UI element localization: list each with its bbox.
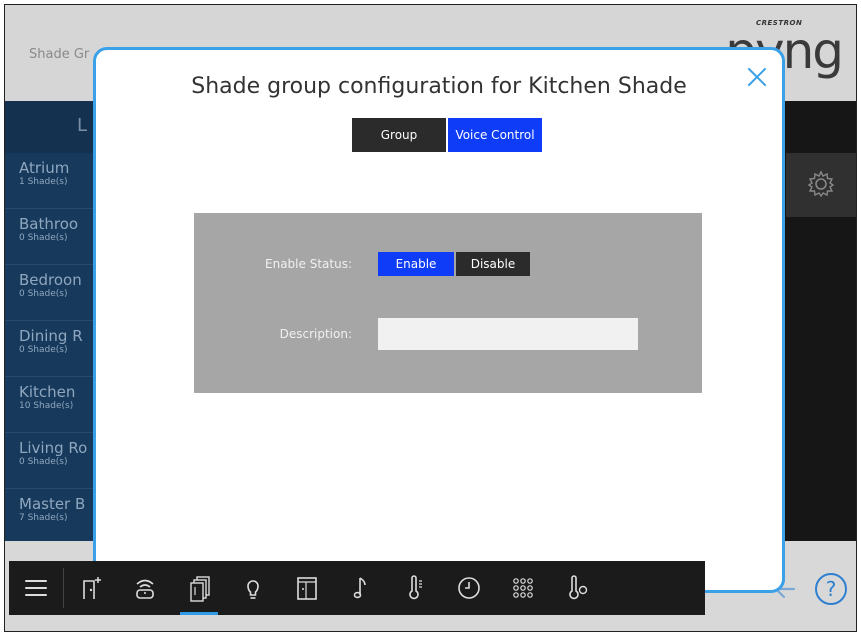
sidebar-item-bathroom[interactable]: Bathroo 0 Shade(s) (5, 209, 93, 265)
voice-control-panel: Enable Status: Enable Disable Descriptio… (194, 213, 702, 393)
room-shade-count: 0 Shade(s) (19, 345, 68, 355)
app-frame: Shade Gr CRESTRON pyng L Atrium 1 Shade(… (4, 4, 857, 632)
config-tabs: Group Voice Control (352, 118, 542, 152)
svg-text:?: ? (826, 577, 837, 601)
lightbulb-icon (247, 580, 259, 599)
room-shade-count: 10 Shade(s) (19, 401, 74, 411)
toolbar-door-window[interactable] (280, 561, 334, 615)
header-title: Shade Gr (29, 47, 90, 62)
pyng-hub-icon (136, 579, 154, 599)
room-sidebar: L Atrium 1 Shade(s) Bathroo 0 Shade(s) B… (5, 101, 93, 545)
room-name: Master B (19, 495, 86, 513)
toolbar-climate[interactable] (388, 561, 442, 615)
enable-status-label: Enable Status: (265, 257, 352, 271)
room-shade-count: 0 Shade(s) (19, 457, 68, 467)
active-tab-indicator (180, 612, 218, 615)
description-label: Description: (279, 327, 352, 341)
dialog-title: Shade group configuration for Kitchen Sh… (191, 74, 687, 99)
room-shade-count: 1 Shade(s) (19, 177, 68, 187)
close-icon[interactable] (746, 66, 768, 88)
shade-group-config-dialog: Shade group configuration for Kitchen Sh… (93, 47, 785, 593)
sidebar-item-living-room[interactable]: Living Ro 0 Shade(s) (5, 433, 93, 489)
sidebar-item-kitchen[interactable]: Kitchen 10 Shade(s) (5, 377, 93, 433)
toolbar-add-room[interactable] (64, 561, 118, 615)
toolbar-schedule[interactable] (442, 561, 496, 615)
add-room-icon (83, 577, 101, 599)
tab-group[interactable]: Group (352, 118, 446, 152)
help-icon[interactable]: ? (814, 572, 848, 606)
toolbar-pyng-hub[interactable] (118, 561, 172, 615)
clock-icon (458, 577, 480, 599)
disable-button[interactable]: Disable (456, 252, 530, 276)
door-window-icon (297, 577, 317, 600)
keypad-icon (513, 578, 533, 598)
thermostat-sensor-icon (569, 575, 588, 600)
room-name: Atrium (19, 159, 70, 177)
shades-icon (190, 576, 210, 602)
sidebar-heading: L (5, 101, 93, 153)
room-shade-count: 7 Shade(s) (19, 513, 68, 523)
bottom-toolbar (9, 561, 705, 615)
room-name: Dining R (19, 327, 83, 345)
room-name: Living Ro (19, 439, 88, 457)
toolbar-shades[interactable] (172, 561, 226, 615)
gear-icon[interactable] (806, 169, 836, 199)
room-shade-count: 0 Shade(s) (19, 233, 68, 243)
sidebar-item-dining-room[interactable]: Dining R 0 Shade(s) (5, 321, 93, 377)
sidebar-item-master-bedroom[interactable]: Master B 7 Shade(s) (5, 489, 93, 545)
sidebar-item-atrium[interactable]: Atrium 1 Shade(s) (5, 153, 93, 209)
thermometer-icon (409, 575, 422, 600)
room-name: Bathroo (19, 215, 79, 233)
sidebar-item-bedroom[interactable]: Bedroon 0 Shade(s) (5, 265, 93, 321)
room-name: Bedroon (19, 271, 82, 289)
music-note-icon (353, 577, 366, 599)
tab-voice-control[interactable]: Voice Control (448, 118, 542, 152)
toolbar-music[interactable] (334, 561, 388, 615)
room-shade-count: 0 Shade(s) (19, 289, 68, 299)
menu-icon (25, 580, 47, 596)
toolbar-keypads[interactable] (496, 561, 550, 615)
enable-button[interactable]: Enable (378, 252, 454, 276)
description-field[interactable] (378, 318, 638, 350)
room-name: Kitchen (19, 383, 76, 401)
toolbar-lights[interactable] (226, 561, 280, 615)
toolbar-sensors[interactable] (550, 561, 604, 615)
toolbar-menu[interactable] (9, 561, 63, 615)
